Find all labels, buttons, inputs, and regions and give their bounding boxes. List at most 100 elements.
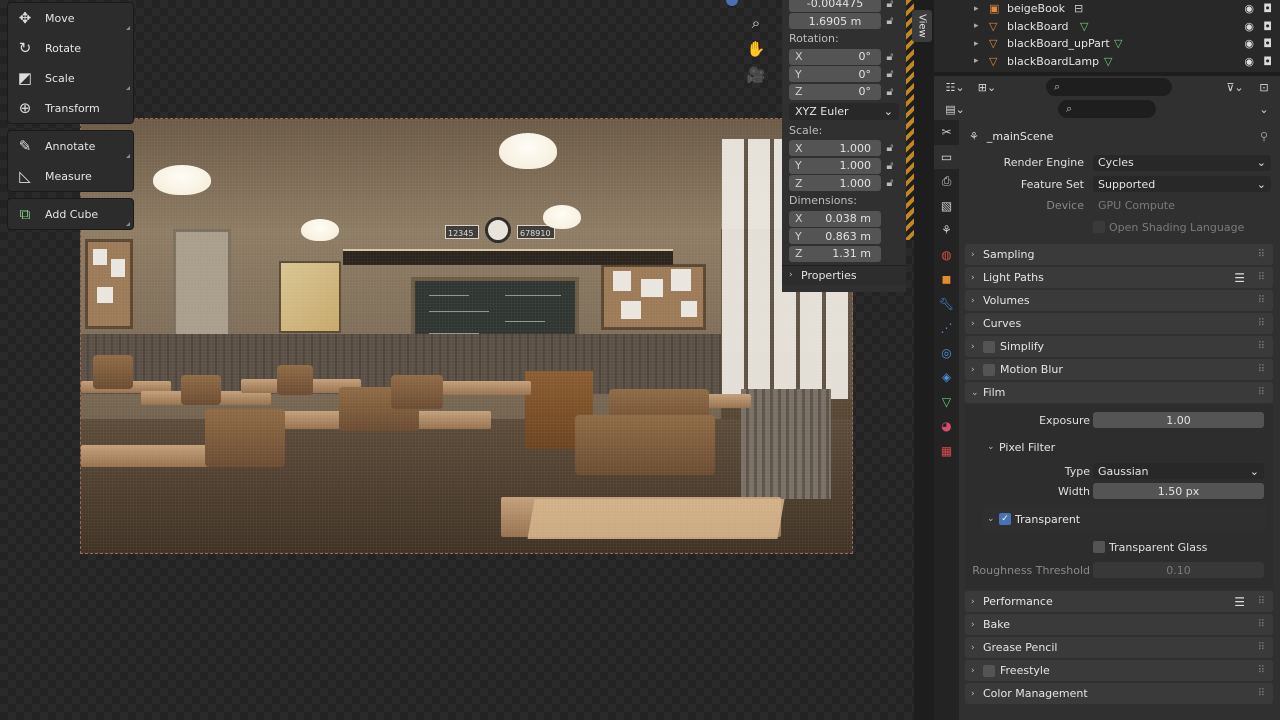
drag-handle-icon[interactable]: ⠿	[1258, 318, 1265, 329]
dimensions-z-field[interactable]: Z 1.31 m	[789, 245, 881, 262]
particles-tab-icon[interactable]: ⋰	[934, 316, 959, 341]
expand-arrow-icon[interactable]: ▸	[974, 4, 979, 14]
location-z-field[interactable]: 1.6905 m	[789, 13, 881, 30]
drag-handle-icon[interactable]: ⠿	[1258, 249, 1265, 260]
transparent-glass-checkbox[interactable]: Transparent Glass	[1093, 541, 1207, 554]
3d-viewport[interactable]: 12345 678910	[0, 0, 914, 720]
rotation-x-field[interactable]: X 0°	[789, 48, 881, 65]
location-y-field[interactable]: -0.004475	[789, 0, 881, 12]
filter-width-field[interactable]: 1.50 px	[1093, 483, 1264, 499]
outliner-item-blackboard-uppart[interactable]: ▸ ▽ blackBoard_upPart ▽ ◉ ◘	[934, 35, 1280, 53]
tool-annotate[interactable]: ✎ Annotate	[8, 131, 133, 161]
properties-search-input[interactable]: ⌕	[1058, 100, 1156, 118]
outliner-item-blackboard[interactable]: ▸ ▽ blackBoard ▽ ◉ ◘	[934, 18, 1280, 36]
panel-color-management[interactable]: › Color Management ⠿	[965, 683, 1273, 704]
scale-x-field[interactable]: X 1.000	[789, 140, 881, 157]
outliner-item-blackboardlamp[interactable]: ▸ ▽ blackBoardLamp ▽ ◉ ◘	[934, 53, 1280, 71]
physics-tab-icon[interactable]: ◎	[934, 341, 959, 366]
expand-arrow-icon[interactable]: ▸	[974, 39, 979, 49]
drag-handle-icon[interactable]: ⠿	[1258, 387, 1265, 398]
tool-rotate[interactable]: ↻ Rotate	[8, 33, 133, 63]
drag-handle-icon[interactable]: ⠿	[1258, 688, 1265, 699]
lock-icon[interactable]: 🔓︎	[881, 176, 899, 190]
lock-icon[interactable]: 🔓︎	[881, 67, 899, 81]
render-tab-icon[interactable]: ▭	[934, 144, 959, 169]
eye-icon[interactable]: ◉	[1244, 20, 1254, 33]
tool-add-cube[interactable]: ⧉ Add Cube	[8, 199, 133, 229]
render-engine-select[interactable]: Cycles ⌄	[1093, 154, 1271, 171]
lock-icon[interactable]: 🔓︎	[881, 159, 899, 173]
texture-tab-icon[interactable]: ▦	[934, 439, 959, 464]
tool-scale[interactable]: ◩ Scale	[8, 63, 133, 93]
panel-volumes[interactable]: › Volumes ⠿	[965, 290, 1273, 311]
subpanel-transparent[interactable]: ⌄ ✓ Transparent	[983, 507, 1266, 531]
transparent-checkbox[interactable]: ✓	[999, 513, 1011, 525]
lock-icon[interactable]: 🔓︎	[881, 141, 899, 155]
scale-z-field[interactable]: Z 1.000	[789, 175, 881, 192]
sidebar-tab-view[interactable]: View	[912, 10, 932, 42]
eye-icon[interactable]: ◉	[1244, 2, 1254, 15]
drag-handle-icon[interactable]: ⠿	[1258, 341, 1265, 352]
panel-sampling[interactable]: › Sampling ⠿	[965, 244, 1273, 265]
presets-list-icon[interactable]: ☰	[1234, 271, 1245, 285]
freestyle-checkbox[interactable]	[983, 664, 995, 677]
camera-icon[interactable]: ◘	[1263, 2, 1272, 15]
device-select[interactable]: GPU Compute	[1093, 197, 1271, 214]
drag-handle-icon[interactable]: ⠿	[1258, 665, 1265, 676]
panel-film[interactable]: ⌄ Film ⠿	[965, 382, 1273, 403]
material-tab-icon[interactable]: ◕	[934, 414, 959, 439]
outliner-search-input[interactable]: ⌕	[1046, 78, 1172, 96]
tool-move[interactable]: ✥ Move	[8, 3, 133, 33]
panel-simplify[interactable]: › Simplify ⠿	[965, 336, 1273, 357]
panel-performance[interactable]: › Performance ☰ ⠿	[965, 591, 1273, 612]
rotation-y-field[interactable]: Y 0°	[789, 66, 881, 83]
camera-icon[interactable]: ◘	[1263, 20, 1272, 33]
exposure-field[interactable]: 1.00	[1093, 412, 1264, 428]
camera-icon[interactable]: ◘	[1263, 37, 1272, 50]
feature-set-select[interactable]: Supported ⌄	[1093, 176, 1271, 193]
properties-subpanel-header[interactable]: › Properties	[782, 264, 906, 285]
drag-handle-icon[interactable]: ⠿	[1258, 364, 1265, 375]
scene-tab-icon[interactable]: ⚘	[934, 218, 959, 243]
subpanel-pixel-filter[interactable]: ⌄ Pixel Filter	[983, 435, 1266, 459]
filter-icon[interactable]: ⊽⌄	[1222, 78, 1248, 96]
modifier-tab-icon[interactable]: 🔧︎	[934, 292, 959, 317]
constraints-tab-icon[interactable]: ◈	[934, 365, 959, 390]
eye-icon[interactable]: ◉	[1244, 37, 1254, 50]
outliner-item-beigebook[interactable]: ▸ ▣ beigeBook ⊟ ◉ ◘	[934, 0, 1280, 18]
drag-handle-icon[interactable]: ⠿	[1258, 272, 1265, 283]
drag-handle-icon[interactable]: ⠿	[1258, 619, 1265, 630]
scale-y-field[interactable]: Y 1.000	[789, 157, 881, 174]
options-chevron-icon[interactable]: ⌄	[1256, 100, 1272, 118]
panel-grease-pencil[interactable]: › Grease Pencil ⠿	[965, 637, 1273, 658]
lock-icon[interactable]: 🔓︎	[881, 50, 899, 64]
lock-icon[interactable]: 🔓︎	[881, 0, 899, 11]
panel-motion-blur[interactable]: › Motion Blur ⠿	[965, 359, 1273, 380]
dimensions-y-field[interactable]: Y 0.863 m	[789, 228, 881, 245]
zoom-icon[interactable]: ⌕	[743, 10, 769, 36]
expand-arrow-icon[interactable]: ▸	[974, 21, 979, 31]
presets-list-icon[interactable]: ☰	[1234, 595, 1245, 609]
drag-handle-icon[interactable]: ⠿	[1258, 295, 1265, 306]
view-layer-tab-icon[interactable]: ▧	[934, 194, 959, 219]
dimensions-x-field[interactable]: X 0.038 m	[789, 210, 881, 227]
tool-transform[interactable]: ⊕ Transform	[8, 93, 133, 123]
motion-blur-checkbox[interactable]	[983, 363, 995, 376]
osl-checkbox[interactable]: Open Shading Language	[1093, 221, 1244, 234]
drag-handle-icon[interactable]: ⠿	[1258, 642, 1265, 653]
panel-bake[interactable]: › Bake ⠿	[965, 614, 1273, 635]
panel-freestyle[interactable]: › Freestyle ⠿	[965, 660, 1273, 681]
world-tab-icon[interactable]: ◍	[934, 243, 959, 268]
camera-icon[interactable]: ◘	[1263, 55, 1272, 68]
data-tab-icon[interactable]: ▽	[934, 390, 959, 415]
drag-handle-icon[interactable]: ⠿	[1258, 596, 1265, 607]
filter-view-icon[interactable]: ⊞⌄	[974, 78, 1000, 96]
filter-type-select[interactable]: Gaussian ⌄	[1093, 463, 1264, 479]
pin-icon[interactable]: ⚲	[1260, 130, 1268, 143]
expand-arrow-icon[interactable]: ▸	[974, 56, 979, 66]
simplify-checkbox[interactable]	[983, 340, 995, 353]
display-mode-icon[interactable]: ☷⌄	[942, 78, 968, 96]
eye-icon[interactable]: ◉	[1244, 55, 1254, 68]
lock-icon[interactable]: 🔓︎	[881, 85, 899, 99]
tool-tab-icon[interactable]: ✂	[934, 120, 959, 145]
